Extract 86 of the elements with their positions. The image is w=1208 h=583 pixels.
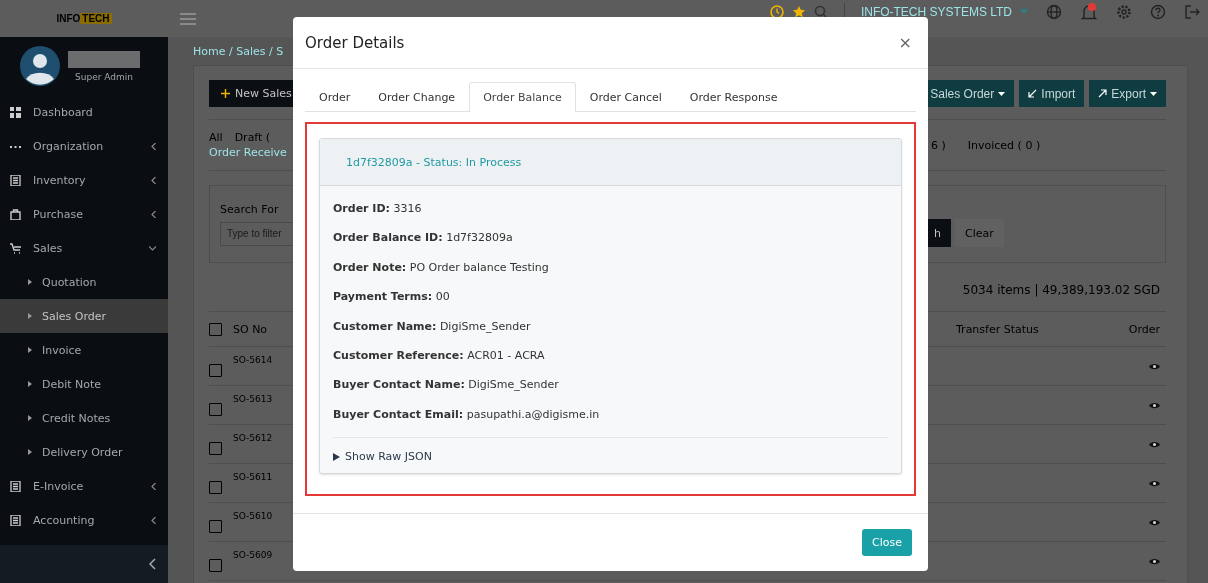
bell-icon[interactable]: [1080, 2, 1098, 22]
globe-icon[interactable]: [1046, 4, 1062, 20]
column-header: Transfer Status: [955, 322, 1040, 336]
detail-line: Customer Name: DigiSme_Sender: [333, 318, 532, 335]
eye-icon[interactable]: [1149, 518, 1160, 526]
sidebar-item[interactable]: Purchase: [0, 197, 168, 231]
chevron-left-icon[interactable]: [149, 558, 156, 570]
row-checkbox[interactable]: [209, 403, 222, 416]
sidebar-item[interactable]: Organization: [0, 129, 168, 163]
sidebar-item[interactable]: Sales: [0, 231, 168, 265]
avatar-icon: [20, 46, 60, 86]
triangle-icon: [333, 452, 340, 461]
raw-json-toggle[interactable]: Show Raw JSON: [333, 437, 888, 464]
sidebar-item[interactable]: Quotation: [0, 265, 168, 299]
sidebar-item[interactable]: Delivery Order: [0, 435, 168, 469]
document-icon: [10, 480, 21, 492]
user-role: Super Admin: [75, 71, 133, 82]
sidebar-item[interactable]: Invoice: [0, 333, 168, 367]
detail-line: Buyer Contact Email: pasupathi.a@digisme.in: [333, 406, 601, 423]
tab[interactable]: Order Change: [364, 82, 470, 112]
arrow-down-left-icon: [1028, 89, 1038, 98]
tab[interactable]: Order Cancel: [575, 82, 676, 112]
tab[interactable]: Order Balance: [469, 82, 576, 112]
bullet-icon: [28, 347, 32, 353]
tab[interactable]: Order Response: [675, 82, 792, 112]
close-button[interactable]: ×: [894, 33, 916, 52]
redacted-name-block: [68, 50, 140, 68]
cart-icon: [10, 242, 21, 254]
bullet-icon: [28, 279, 32, 285]
detail-line: Order Balance ID: 1d7f32809a: [333, 230, 514, 247]
column-header: Order: [1128, 322, 1161, 336]
star-icon[interactable]: [791, 5, 806, 19]
detail-line: Order Note: PO Order balance Testing: [333, 259, 550, 276]
settings-icon[interactable]: [1116, 4, 1132, 20]
table-cell: SO-5614: [233, 355, 273, 365]
dashboard-icon: [10, 106, 21, 118]
sidebar-item[interactable]: E-Invoice: [0, 469, 168, 503]
sidebar-item[interactable]: Inventory: [0, 163, 168, 197]
plus-icon: [221, 89, 230, 98]
select-all-checkbox[interactable]: [209, 322, 222, 336]
export-button[interactable]: Export: [1089, 80, 1166, 107]
detail-line: Order ID: 3316: [333, 201, 423, 217]
bag-icon: [10, 208, 21, 220]
row-checkbox[interactable]: [209, 364, 222, 377]
caret-icon: [1150, 91, 1157, 96]
table-cell: SO-5612: [233, 433, 273, 443]
bullet-icon: [28, 449, 32, 455]
sidebar-item[interactable]: Dashboard: [0, 95, 168, 129]
sidebar-item[interactable]: Accounting: [0, 503, 168, 537]
row-checkbox[interactable]: [209, 520, 222, 533]
company-selector[interactable]: INFO-TECH SYSTEMS LTD: [860, 5, 1012, 19]
bullet-icon: [28, 415, 32, 421]
document-icon: [10, 514, 21, 526]
sidebar-item[interactable]: Sales Order: [0, 299, 168, 333]
table-cell: SO-5609: [233, 550, 273, 560]
sidebar-item[interactable]: Debit Note: [0, 367, 168, 401]
search-label: Search For: [220, 202, 280, 216]
document-icon: [10, 174, 21, 186]
row-checkbox[interactable]: [209, 481, 222, 494]
column-header: SO No: [233, 322, 268, 336]
detail-line: Payment Terms: 00: [333, 289, 451, 306]
detail-line: Customer Reference: ACR01 - ACRA: [333, 347, 546, 364]
caret-icon: [998, 91, 1006, 96]
dialog-title: Order Details: [305, 33, 405, 52]
eye-icon[interactable]: [1149, 557, 1160, 565]
import-button[interactable]: Import: [1019, 80, 1085, 107]
eye-icon[interactable]: [1149, 479, 1160, 487]
bullet-icon: [28, 381, 32, 387]
row-checkbox[interactable]: [209, 442, 222, 455]
detail-line: Buyer Contact Name: DigiSme_Sender: [333, 377, 560, 394]
menu-icon[interactable]: [180, 12, 196, 25]
sidebar-item[interactable]: Credit Notes: [0, 401, 168, 435]
clock-icon[interactable]: [769, 5, 784, 19]
eye-icon[interactable]: [1149, 401, 1160, 409]
arrow-up-right-icon: [1098, 89, 1108, 98]
table-cell: SO-5611: [233, 472, 273, 482]
logout-icon[interactable]: [1184, 4, 1200, 20]
table-cell: SO-5613: [233, 394, 273, 404]
company-logo: INFO TECH: [56, 13, 112, 24]
eye-icon[interactable]: [1149, 362, 1160, 370]
eye-icon[interactable]: [1149, 440, 1160, 448]
table-cell: SO-5610: [233, 511, 273, 521]
search-icon[interactable]: [813, 5, 828, 19]
help-icon[interactable]: [1150, 4, 1166, 20]
row-checkbox[interactable]: [209, 559, 222, 572]
bullet-icon: [28, 313, 32, 319]
